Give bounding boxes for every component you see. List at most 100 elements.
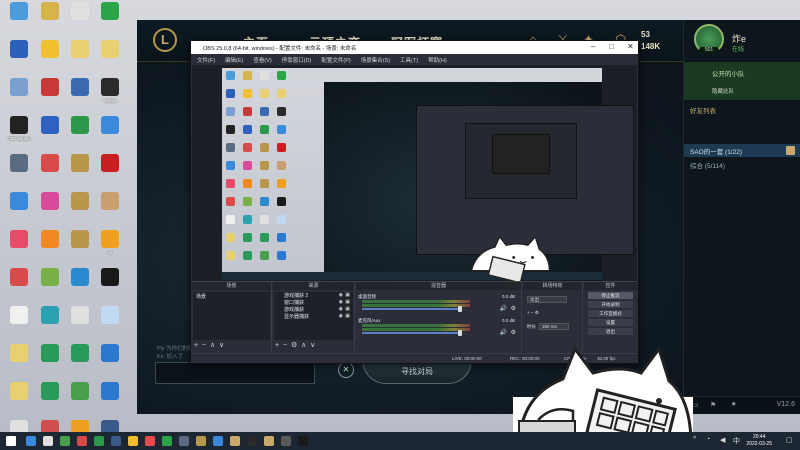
remove-icon[interactable]: −	[531, 310, 534, 315]
source-item[interactable]: 显示器捕获 ◉ ▣	[274, 313, 353, 320]
gear-icon[interactable]: ⚙	[535, 310, 539, 315]
volume-slider[interactable]	[362, 332, 462, 334]
volume-slider[interactable]	[362, 308, 462, 310]
desktop-icon[interactable]	[63, 306, 97, 346]
desktop-icon[interactable]	[63, 192, 97, 232]
desktop-icon[interactable]	[63, 268, 97, 308]
desktop-icon[interactable]	[2, 2, 36, 42]
down-icon[interactable]: ∨	[219, 342, 224, 349]
desktop-icon[interactable]	[93, 40, 127, 80]
taskbar-app-icon[interactable]	[298, 436, 308, 446]
network-icon[interactable]: ◔	[706, 436, 710, 443]
desktop-icon[interactable]	[2, 192, 36, 232]
desktop-icon[interactable]	[93, 268, 127, 308]
friend-group-1[interactable]: SAO的一套 (1/22)	[684, 144, 800, 157]
desktop-icon[interactable]	[93, 154, 127, 194]
taskbar-app-icon[interactable]	[162, 436, 172, 446]
source-item[interactable]: 游戏捕获 ◉ ▣	[274, 306, 353, 313]
desktop-icon[interactable]	[2, 230, 36, 270]
taskbar-app-icon[interactable]	[264, 436, 274, 446]
desktop-icon[interactable]	[63, 2, 97, 42]
desktop-icon[interactable]	[33, 154, 67, 194]
taskbar-app-icon[interactable]	[230, 436, 240, 446]
taskbar-app-icon[interactable]	[94, 436, 104, 446]
desktop-icon[interactable]	[2, 344, 36, 384]
desktop-icon[interactable]	[63, 116, 97, 156]
desktop-icon[interactable]	[33, 382, 67, 422]
start-icon[interactable]	[6, 436, 16, 446]
desktop-icon[interactable]	[63, 78, 97, 118]
eye-icon[interactable]: ◉	[339, 299, 343, 305]
desktop-icon[interactable]	[93, 2, 127, 42]
obs-menu-item[interactable]: 查看(V)	[253, 56, 271, 64]
taskbar-app-icon[interactable]	[145, 436, 155, 446]
league-logo[interactable]: L	[153, 28, 177, 52]
taskbar-app-icon[interactable]	[247, 436, 257, 446]
desktop-icon[interactable]	[33, 306, 67, 346]
taskbar-app-icon[interactable]	[281, 436, 291, 446]
desktop-icon[interactable]	[2, 40, 36, 80]
scene-item[interactable]: 场景	[193, 292, 270, 301]
maximize-icon[interactable]: □	[609, 42, 614, 51]
lock-icon[interactable]: ▣	[345, 306, 350, 312]
clock[interactable]: 20:44 2022-03-25	[746, 434, 772, 447]
desktop-icon[interactable]	[2, 268, 36, 308]
desktop-icon[interactable]	[93, 192, 127, 232]
taskbar-app-icon[interactable]	[43, 436, 53, 446]
obs-menu-item[interactable]: 配置文件(P)	[321, 56, 350, 64]
desktop-icon[interactable]	[33, 230, 67, 270]
mic-icon[interactable]: ⏺	[732, 401, 736, 409]
desktop-icon[interactable]	[93, 382, 127, 422]
gear-icon[interactable]: ⚙	[511, 305, 516, 312]
taskbar-app-icon[interactable]	[60, 436, 70, 446]
desktop-icon[interactable]	[33, 268, 67, 308]
transition-select[interactable]: 淡出	[527, 296, 567, 303]
close-icon[interactable]: ✕	[627, 42, 634, 51]
desktop-icon[interactable]	[93, 306, 127, 346]
desktop-icon[interactable]	[33, 78, 67, 118]
lock-icon[interactable]: ▣	[345, 313, 350, 319]
desktop-icon[interactable]	[63, 40, 97, 80]
obs-menu-item[interactable]: 帮助(H)	[428, 56, 447, 64]
start-recording-button[interactable]: 开始录制	[588, 301, 633, 308]
up-icon[interactable]: ∧	[210, 342, 215, 349]
remove-icon[interactable]: −	[283, 342, 287, 349]
desktop-icon[interactable]	[93, 116, 127, 156]
desktop-icon[interactable]	[93, 344, 127, 384]
duration-input[interactable]: 300 ms	[539, 323, 569, 330]
taskbar-app-icon[interactable]	[111, 436, 121, 446]
minimize-icon[interactable]: –	[591, 42, 595, 51]
volume-icon[interactable]: ◀	[720, 436, 725, 444]
obs-menu-item[interactable]: 场景集合(S)	[361, 56, 390, 64]
desktop-icon[interactable]: OBS Studio	[2, 116, 36, 156]
desktop-icon[interactable]: Adobe	[93, 78, 127, 118]
taskbar-app-icon[interactable]	[179, 436, 189, 446]
up-icon[interactable]: ∧	[301, 342, 306, 349]
desktop-icon[interactable]	[63, 230, 97, 270]
add-icon[interactable]: +	[194, 342, 198, 349]
add-icon[interactable]: +	[527, 310, 530, 315]
taskbar-app-icon[interactable]	[128, 436, 138, 446]
taskbar-app-icon[interactable]	[26, 436, 36, 446]
lock-icon[interactable]: ▣	[345, 292, 350, 298]
party-panel[interactable]: 公开的小队 隐藏此队	[684, 62, 800, 100]
eye-icon[interactable]: ◉	[339, 306, 343, 312]
settings-button[interactable]: 设置	[588, 319, 633, 326]
desktop-icon[interactable]	[2, 154, 36, 194]
close-icon[interactable]: ✕	[338, 362, 354, 378]
lock-icon[interactable]: ▣	[345, 299, 350, 305]
desktop-icon[interactable]: Ai	[93, 230, 127, 270]
obs-menu-item[interactable]: 文件(F)	[197, 56, 215, 64]
volume-slider-handle[interactable]	[458, 306, 462, 312]
eye-icon[interactable]: ◉	[339, 292, 343, 298]
obs-menu-item[interactable]: 工具(T)	[400, 56, 418, 64]
exit-button[interactable]: 退出	[588, 328, 633, 335]
obs-menu-item[interactable]: 停靠窗口(D)	[282, 56, 312, 64]
desktop-icon[interactable]	[33, 192, 67, 232]
stop-streaming-button[interactable]: 停止推流	[588, 292, 633, 299]
taskbar-app-icon[interactable]	[77, 436, 87, 446]
eye-icon[interactable]: ◉	[339, 313, 343, 319]
gear-icon[interactable]: ⚙	[291, 342, 297, 349]
source-item[interactable]: 窗口捕获 ◉ ▣	[274, 299, 353, 306]
desktop-icon[interactable]	[63, 382, 97, 422]
